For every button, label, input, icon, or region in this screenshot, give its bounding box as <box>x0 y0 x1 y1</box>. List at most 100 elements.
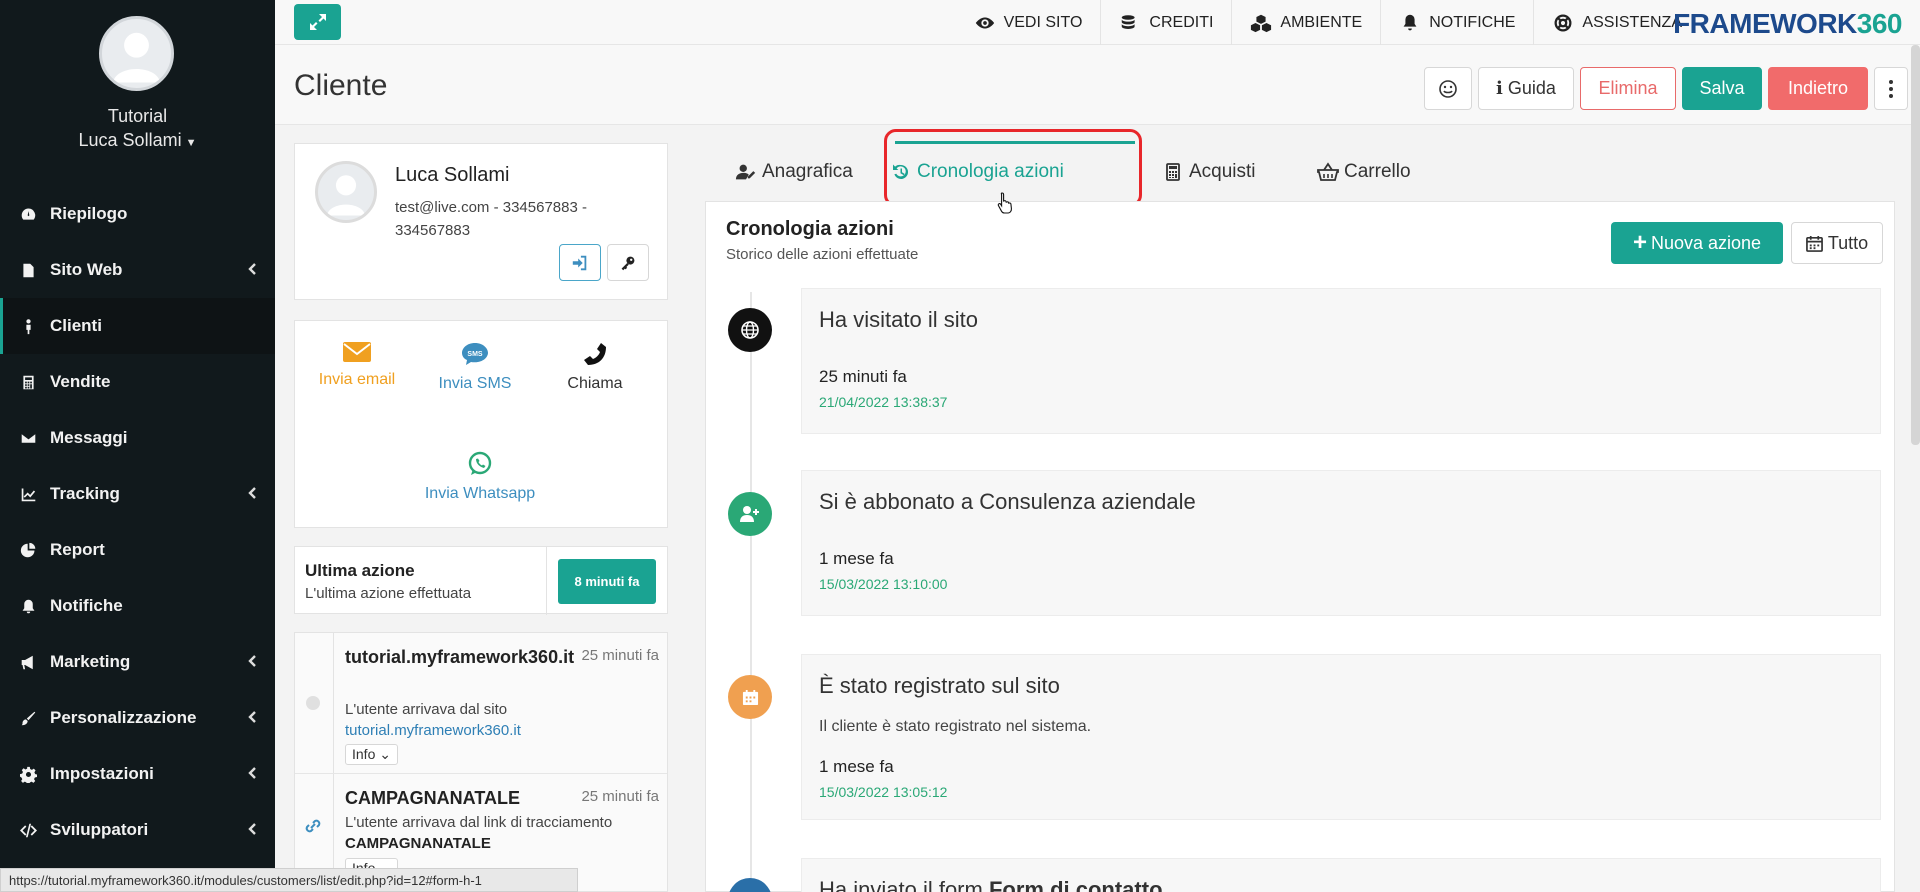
notifiche-link[interactable]: NOTIFICHE <box>1380 0 1533 45</box>
sidebar-item-messaggi[interactable]: Messaggi <box>0 410 275 466</box>
sidebar-item-marketing[interactable]: Marketing <box>0 634 275 690</box>
tab-anagrafica[interactable]: Anagrafica <box>735 143 853 201</box>
login-as-customer-button[interactable] <box>559 244 601 281</box>
history-time: 25 minuti fa <box>581 647 659 664</box>
chevron-down-icon: ⌄ <box>379 746 391 762</box>
sidebar-item-sviluppatori[interactable]: Sviluppatori <box>0 802 275 858</box>
calendar-icon <box>1805 235 1823 252</box>
sidebar-item-notifiche[interactable]: Notifiche <box>0 578 275 634</box>
tab-label: Anagrafica <box>762 161 853 182</box>
history-desc: L'utente arrivava dal sito <box>345 701 508 718</box>
sidebar-item-sito-web[interactable]: Sito Web <box>0 242 275 298</box>
history-time: 25 minuti fa <box>581 788 659 805</box>
history-campaign: CAMPAGNANATALE <box>345 835 491 852</box>
sidebar-item-label: Sito Web <box>50 260 123 279</box>
brand-logo[interactable]: FRAMEWORK360 <box>1673 8 1902 40</box>
key-icon <box>621 256 635 270</box>
divider <box>546 547 547 615</box>
globe-icon <box>306 696 320 710</box>
top-navigation: VEDI SITO CREDITI AMBIENTE NOTIFICHE ASS… <box>956 0 1700 45</box>
history-title: tutorial.myframework360.it <box>345 647 575 667</box>
event-relative-time: 1 mese fa <box>819 549 894 568</box>
last-action-badge: 8 minuti fa <box>558 559 656 604</box>
elimina-button[interactable]: Elimina <box>1580 67 1676 110</box>
sidebar-item-label: Report <box>50 540 105 559</box>
whatsapp-icon <box>468 451 492 475</box>
life-ring-icon <box>1554 14 1572 31</box>
tab-carrello[interactable]: Carrello <box>1317 143 1411 201</box>
emoji-button[interactable] <box>1424 67 1472 110</box>
smile-icon <box>1439 79 1457 98</box>
sidebar-item-tracking[interactable]: Tracking <box>0 466 275 522</box>
sidebar-item-label: Messaggi <box>50 428 128 447</box>
invia-sms-button[interactable]: SMS Invia SMS <box>415 341 535 392</box>
sms-badge-text: SMS <box>467 351 483 358</box>
history-desc: L'utente arrivava dal link di tracciamen… <box>345 814 613 831</box>
guida-label: Guida <box>1507 78 1556 98</box>
line-chart-icon <box>18 484 38 504</box>
tab-label: Acquisti <box>1189 161 1256 182</box>
sidebar-item-personalizzazione[interactable]: Personalizzazione <box>0 690 275 746</box>
event-title-text: Ha inviato il form <box>819 877 983 892</box>
info-icon: i <box>1496 78 1503 99</box>
last-action-title: Ultima azione <box>305 561 415 580</box>
page-scrollbar[interactable] <box>1911 45 1920 445</box>
event-relative-time: 25 minuti fa <box>819 367 907 386</box>
event-title: Ha visitato il sito <box>819 307 978 332</box>
page-title: Cliente <box>294 69 388 102</box>
chevron-left-icon <box>248 487 256 499</box>
event-title: Ha inviato il form Form di contatto <box>819 877 1163 892</box>
event-title-bold: Form di contatto <box>988 877 1163 892</box>
user-edit-icon <box>735 164 756 180</box>
user-plus-icon <box>740 506 759 522</box>
event-title: Si è abbonato a Consulenza aziendale <box>819 489 1196 514</box>
timeline-event: Ha visitato il sito 25 minuti fa 21/04/2… <box>801 288 1881 434</box>
sidebar-item-report[interactable]: Report <box>0 522 275 578</box>
vertical-dots-icon <box>1889 79 1893 98</box>
event-relative-time: 1 mese fa <box>819 757 894 776</box>
indietro-button[interactable]: Indietro <box>1768 67 1868 110</box>
chevron-left-icon <box>248 263 256 275</box>
ambiente-link[interactable]: AMBIENTE <box>1231 0 1380 45</box>
timeline-event: Ha inviato il form Form di contatto <box>801 858 1881 892</box>
invia-email-button[interactable]: Invia email <box>317 341 397 388</box>
pie-chart-icon <box>18 540 38 560</box>
cubes-icon <box>1251 14 1272 32</box>
user-menu[interactable]: Luca Sollami ▼ <box>0 130 275 151</box>
nuova-azione-button[interactable]: + Nuova azione <box>1611 222 1783 264</box>
more-options-button[interactable] <box>1874 67 1908 110</box>
history-link[interactable]: tutorial.myframework360.it <box>345 722 521 739</box>
guida-button[interactable]: i Guida <box>1478 67 1574 110</box>
brand-text: FRAMEWORK <box>1673 8 1857 39</box>
password-button[interactable] <box>607 244 649 281</box>
salva-button[interactable]: Salva <box>1682 67 1762 110</box>
crediti-link[interactable]: CREDITI <box>1100 0 1231 45</box>
sidebar-item-riepilogo[interactable]: Riepilogo <box>0 186 275 242</box>
timeline-panel: Cronologia azioni Storico delle azioni e… <box>705 201 1895 892</box>
calendar-icon <box>742 689 758 705</box>
user-avatar-icon <box>326 175 366 216</box>
sidebar-item-vendite[interactable]: Vendite <box>0 354 275 410</box>
link-icon <box>305 819 321 833</box>
filter-tutto-button[interactable]: Tutto <box>1791 222 1883 264</box>
invia-whatsapp-button[interactable]: Invia Whatsapp <box>405 451 555 502</box>
event-date: 15/03/2022 13:10:00 <box>819 576 948 592</box>
timeline-event: Si è abbonato a Consulenza aziendale 1 m… <box>801 470 1881 616</box>
event-description: Il cliente è stato registrato nel sistem… <box>819 718 1092 735</box>
user-name: Luca Sollami <box>78 130 182 150</box>
vedi-sito-link[interactable]: VEDI SITO <box>956 0 1101 45</box>
tab-acquisti[interactable]: Acquisti <box>1162 143 1256 201</box>
panel-subtitle: Storico delle azioni effettuate <box>726 246 919 263</box>
customer-tabs: Anagrafica Cronologia azioni Acquisti Ca… <box>705 129 1895 207</box>
file-icon <box>18 260 38 280</box>
crediti-label: CREDITI <box>1149 13 1214 31</box>
envelope-icon <box>343 342 371 362</box>
sidebar-avatar[interactable] <box>99 16 174 91</box>
envelope-icon <box>18 428 38 448</box>
info-dropdown[interactable]: Info ⌄ <box>345 744 398 765</box>
event-date: 21/04/2022 13:38:37 <box>819 394 948 410</box>
chiama-button[interactable]: Chiama <box>545 341 645 392</box>
expand-button[interactable] <box>294 4 341 40</box>
sidebar-item-clienti[interactable]: Clienti <box>0 298 275 354</box>
sidebar-item-impostazioni[interactable]: Impostazioni <box>0 746 275 802</box>
